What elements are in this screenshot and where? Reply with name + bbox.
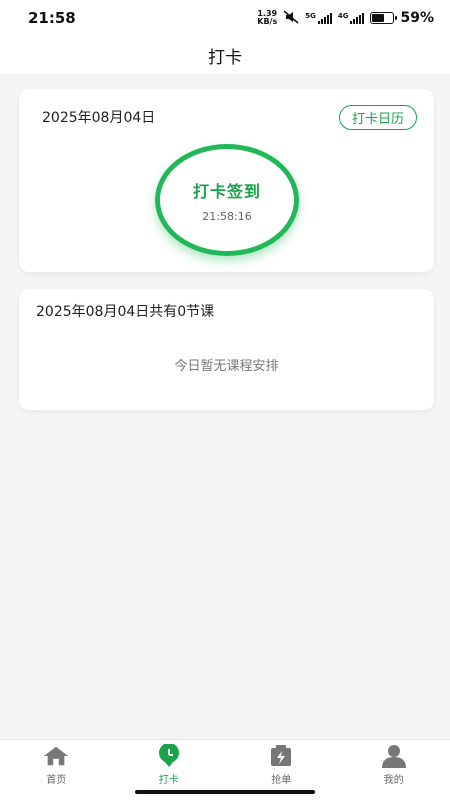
checkin-current-time: 21:58:16 [202,209,252,223]
page-title: 打卡 [208,47,242,68]
signal-4g-label: 4G [337,12,349,20]
signal-5g-label: 5G [305,12,316,20]
signal-5g-icon: 5G [305,12,332,24]
battery-fill [372,14,385,22]
mute-icon [283,9,299,27]
tab-checkin-label: 打卡 [158,775,179,786]
network-speed-unit: KB/s [257,17,278,26]
tab-grab-order-label: 抢单 [271,775,292,786]
course-empty-message: 今日暂无课程安排 [174,359,279,374]
network-speed: 1.39 KB/s [257,10,277,26]
checkin-calendar-button[interactable]: 打卡日历 [338,105,417,130]
nav-bar: 打卡 [0,36,450,74]
tab-mine-label: 我的 [383,775,404,786]
checkin-button-label: 打卡签到 [192,181,261,201]
checkin-date: 2025年08月04日 [42,110,156,126]
battery-percent: 59% [400,10,434,26]
signal-4g-icon: 4G [338,12,365,24]
course-card: 2025年08月04日共有0节课 今日暂无课程安排 [19,289,434,410]
course-count-header: 2025年08月04日共有0节课 [36,304,215,320]
status-bar: 21:58 1.39 KB/s 5G 4G 59% [0,0,450,36]
home-icon [43,744,69,768]
battery-icon [370,12,398,24]
checkin-card: 2025年08月04日 打卡日历 打卡签到 21:58:16 [19,89,434,272]
lightning-icon [268,744,294,768]
status-time: 21:58 [28,9,76,27]
tab-home-label: 首页 [46,775,67,786]
tab-home[interactable]: 首页 [0,740,113,800]
home-indicator [135,790,315,794]
status-icons: 1.39 KB/s 5G 4G 59% [257,10,434,27]
person-icon [381,744,407,768]
clock-pin-icon [156,744,182,768]
tab-mine[interactable]: 我的 [338,740,450,800]
checkin-button[interactable]: 打卡签到 21:58:16 [155,144,299,256]
